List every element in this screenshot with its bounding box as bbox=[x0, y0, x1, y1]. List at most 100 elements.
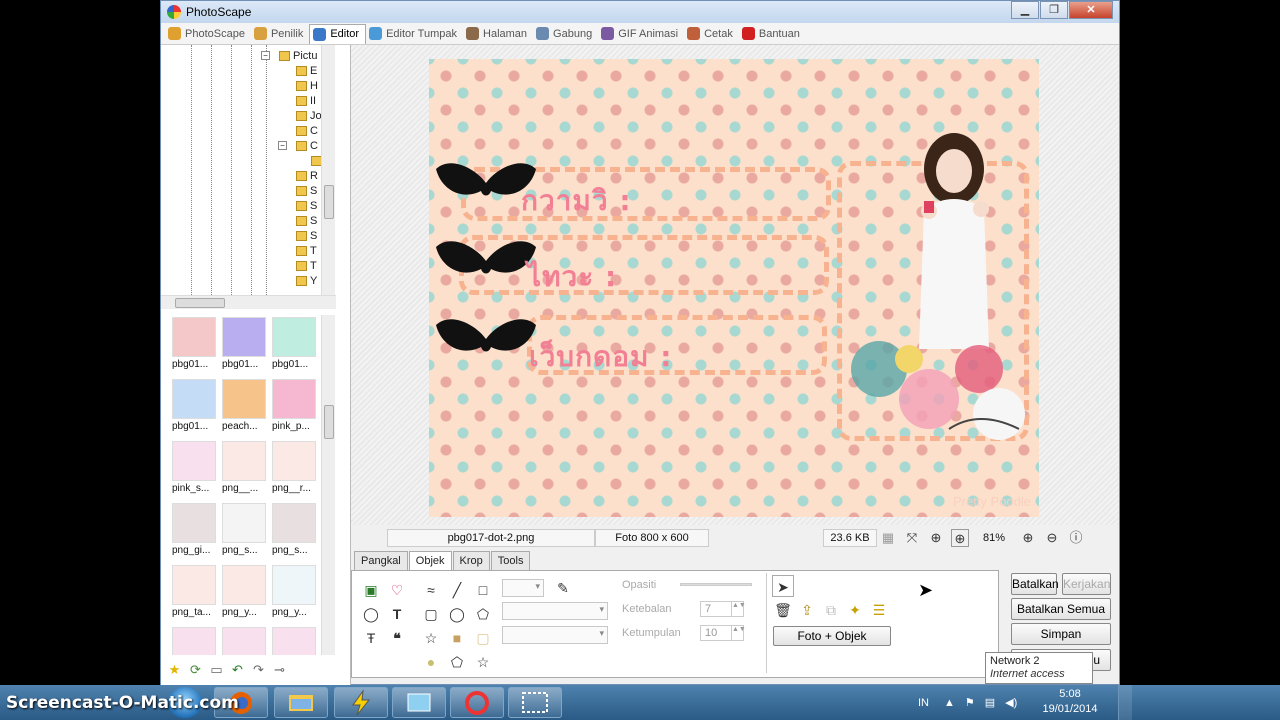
close-button[interactable]: ✕ bbox=[1069, 1, 1113, 19]
thumbnail-scrollbar[interactable] bbox=[321, 315, 335, 655]
tab-editor-tumpak[interactable]: Editor Tumpak bbox=[366, 24, 463, 44]
thumbnail-item[interactable]: pink_p... bbox=[269, 377, 317, 435]
thumbnail-size-slider[interactable]: ⊸ bbox=[272, 662, 287, 677]
open-folder-icon[interactable]: ▭ bbox=[209, 662, 224, 677]
thumbnail-item[interactable]: png_gi... bbox=[169, 501, 217, 559]
tree-item[interactable]: C bbox=[296, 138, 318, 153]
select-cursor-icon[interactable]: ➤ bbox=[772, 575, 794, 597]
filled-rounded-icon[interactable]: ▢ bbox=[472, 627, 494, 649]
taskbar-winamp[interactable] bbox=[334, 687, 388, 718]
tab-photoscape[interactable]: PhotoScape bbox=[165, 24, 251, 44]
minimize-button[interactable]: ▁ bbox=[1011, 1, 1039, 19]
thumbnail-item[interactable]: png_y... bbox=[219, 563, 267, 621]
refresh-icon[interactable]: ⟳ bbox=[188, 662, 203, 677]
redo-button[interactable]: Kerjakan bbox=[1062, 573, 1111, 595]
color-picker-dropdown[interactable] bbox=[502, 579, 544, 597]
show-desktop-button[interactable] bbox=[1118, 685, 1132, 720]
rounded-rectangle-icon[interactable]: ▢ bbox=[420, 603, 442, 625]
tab-gif-animasi[interactable]: GIF Animasi bbox=[598, 24, 684, 44]
tree-item[interactable]: E bbox=[296, 63, 317, 78]
tree-item[interactable]: R bbox=[296, 168, 318, 183]
thumbnail-item[interactable] bbox=[169, 625, 217, 655]
tree-scroll-thumb[interactable] bbox=[324, 185, 334, 219]
thumbnail-item[interactable]: png_y... bbox=[269, 563, 317, 621]
spinner-arrows-icon[interactable]: ▲▼ bbox=[731, 602, 746, 616]
info-icon[interactable]: ⓘ bbox=[1067, 529, 1085, 547]
heart-icon[interactable]: ♡ bbox=[386, 579, 408, 601]
fit-screen-icon[interactable]: ⤧ bbox=[903, 529, 921, 547]
thumbnail-item[interactable]: png_s... bbox=[219, 501, 267, 559]
filled-square-icon[interactable]: ■ bbox=[446, 627, 468, 649]
thumbnail-item[interactable]: pink_s... bbox=[169, 439, 217, 497]
thumbnail-item[interactable]: png__r... bbox=[269, 439, 317, 497]
tree-item[interactable]: S bbox=[296, 198, 317, 213]
circle-icon[interactable]: ◯ bbox=[446, 603, 468, 625]
delete-icon[interactable]: 🗑 bbox=[772, 599, 794, 621]
zoom-in-icon[interactable]: ⊕ bbox=[1019, 529, 1037, 547]
tab-halaman[interactable]: Halaman bbox=[463, 24, 533, 44]
tree-item[interactable]: Pictu bbox=[279, 48, 317, 63]
maximize-button[interactable]: ❐ bbox=[1040, 1, 1068, 19]
thumbnail-item[interactable] bbox=[219, 625, 267, 655]
text-icon[interactable]: T bbox=[386, 603, 408, 625]
tree-horizontal-scrollbar[interactable] bbox=[161, 295, 336, 309]
arrow-style-dropdown[interactable] bbox=[502, 626, 608, 644]
undo-button[interactable]: Batalkan bbox=[1011, 573, 1059, 595]
tree-item[interactable]: H bbox=[296, 78, 318, 93]
thumbnail-item[interactable]: pbg01... bbox=[219, 315, 267, 373]
filled-star-icon[interactable]: ☆ bbox=[472, 651, 494, 673]
tab-objek[interactable]: Objek bbox=[408, 551, 452, 571]
tree-item[interactable]: Y bbox=[296, 273, 317, 288]
line-style-dropdown[interactable] bbox=[502, 602, 608, 620]
pentagon-icon[interactable]: ⬠ bbox=[472, 603, 494, 625]
tree-item[interactable]: C bbox=[296, 123, 318, 138]
tree-item[interactable]: S bbox=[296, 213, 317, 228]
thumbnail-item[interactable]: png_ta... bbox=[169, 563, 217, 621]
filled-circle-icon[interactable]: ● bbox=[420, 651, 442, 673]
tree-expander[interactable]: − bbox=[261, 51, 270, 60]
image-canvas[interactable]: กวามวิ : ไทวะ : เว็บกดอม : Pretty Poodle bbox=[429, 59, 1039, 517]
thumbnail-item[interactable]: pbg01... bbox=[269, 315, 317, 373]
tab-cetak[interactable]: Cetak bbox=[684, 24, 739, 44]
tree-item[interactable]: S bbox=[296, 183, 317, 198]
taskbar-screencast[interactable] bbox=[508, 687, 562, 718]
tab-pangkal[interactable]: Pangkal bbox=[354, 551, 408, 571]
photo-object-button[interactable]: Foto + Objek bbox=[773, 626, 891, 646]
thumbnail-item[interactable] bbox=[269, 625, 317, 655]
copy-object-icon[interactable]: ⧉ bbox=[820, 599, 842, 621]
favorite-icon[interactable]: ★ bbox=[167, 662, 182, 677]
taskbar-clock[interactable]: 5:08 19/01/2014 bbox=[1030, 687, 1110, 717]
filled-pentagon-icon[interactable]: ⬠ bbox=[446, 651, 468, 673]
thumbnail-item[interactable]: pbg01... bbox=[169, 315, 217, 373]
thumbnail-scroll-thumb[interactable] bbox=[324, 405, 334, 439]
line-icon[interactable]: ╱ bbox=[446, 579, 468, 601]
zoom-fit-icon[interactable]: ⊕ bbox=[951, 529, 969, 547]
thumbnail-item[interactable]: pbg01... bbox=[169, 377, 217, 435]
tree-item[interactable]: S bbox=[296, 228, 317, 243]
forward-arrow-icon[interactable]: ↷ bbox=[251, 662, 266, 677]
thumbnail-item[interactable]: png_s... bbox=[269, 501, 317, 559]
tab-editor[interactable]: Editor bbox=[309, 23, 367, 44]
tree-hscroll-thumb[interactable] bbox=[175, 298, 225, 308]
canvas-area[interactable]: กวามวิ : ไทวะ : เว็บกดอม : Pretty Poodle bbox=[351, 45, 1119, 525]
thickness-spinner[interactable]: 7 ▲▼ bbox=[700, 601, 746, 617]
bring-front-icon[interactable]: ⇪ bbox=[796, 599, 818, 621]
thumbnail-item[interactable]: png__... bbox=[219, 439, 267, 497]
thumbnail-item[interactable]: peach... bbox=[219, 377, 267, 435]
tab-penilik[interactable]: Penilik bbox=[251, 24, 309, 44]
tree-vertical-scrollbar[interactable] bbox=[321, 45, 335, 295]
show-hidden-icons-icon[interactable]: ▲ bbox=[944, 697, 955, 709]
spinner-arrows-icon[interactable]: ▲▼ bbox=[731, 626, 746, 640]
zoom-out-icon[interactable]: ⊖ bbox=[1043, 529, 1061, 547]
quote-icon[interactable]: ❝ bbox=[386, 627, 408, 649]
taskbar-photoscape[interactable] bbox=[450, 687, 504, 718]
eyedropper-icon[interactable]: ✎ bbox=[552, 577, 574, 599]
tree-item[interactable]: T bbox=[296, 258, 317, 273]
freehand-icon[interactable]: ≈ bbox=[420, 579, 442, 601]
rectangle-icon[interactable]: □ bbox=[472, 579, 494, 601]
save-button[interactable]: Simpan bbox=[1011, 623, 1111, 645]
speech-balloon-icon[interactable]: ◯ bbox=[360, 603, 382, 625]
opacity-slider[interactable] bbox=[680, 583, 752, 586]
roundness-spinner[interactable]: 10 ▲▼ bbox=[700, 625, 746, 641]
tab-bantuan[interactable]: Bantuan bbox=[739, 24, 806, 44]
